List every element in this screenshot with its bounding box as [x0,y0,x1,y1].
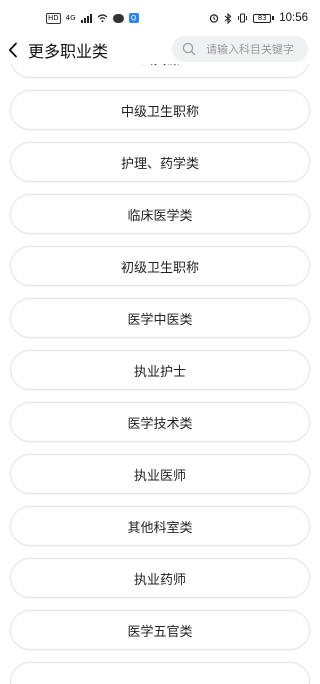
screen: HD 4G Q 83 10:56 更多职业类 请输入科目关键字 中级卫生职称 护… [0,0,320,684]
category-item[interactable]: 中级卫生职称 [10,90,310,130]
signal-icon [80,13,92,23]
wifi-icon [97,14,107,23]
chevron-left-icon[interactable] [8,41,24,59]
category-item[interactable] [10,662,310,684]
message-icon [112,13,124,23]
category-list: 公共课 中级卫生职称 护理、药学类 临床医学类 初级卫生职称 医学中医类 执业护… [0,64,320,684]
category-item[interactable]: 护理、药学类 [10,142,310,182]
category-item[interactable]: 公共课 [10,64,310,78]
status-bar: HD 4G Q 83 10:56 [0,0,320,36]
category-item[interactable]: 医学技术类 [10,402,310,442]
category-item[interactable]: 其他科室类 [10,506,310,546]
clock: 10:56 [279,12,308,24]
status-left: HD 4G Q [46,12,139,24]
hd-badge: HD [46,12,61,24]
alarm-icon [210,14,219,23]
search-box[interactable] [172,36,308,62]
network-type: 4G [65,14,76,22]
bluetooth-icon [224,12,232,24]
search-icon [182,42,196,56]
search-input[interactable] [206,42,302,56]
vibrate-icon [238,13,248,23]
page-title: 更多职业类 [28,42,109,61]
category-item[interactable]: 医学中医类 [10,298,310,338]
category-item[interactable]: 初级卫生职称 [10,246,310,286]
category-item[interactable]: 执业护士 [10,350,310,390]
battery-icon: 83 [253,13,275,23]
search-app-icon: Q [128,13,139,23]
header: 更多职业类 [0,36,320,64]
category-item[interactable]: 执业医师 [10,454,310,494]
battery-level: 83 [253,13,272,23]
category-item[interactable]: 临床医学类 [10,194,310,234]
category-item[interactable]: 医学五官类 [10,610,310,650]
status-right: 83 10:56 [209,12,308,24]
category-item[interactable]: 执业药师 [10,558,310,598]
